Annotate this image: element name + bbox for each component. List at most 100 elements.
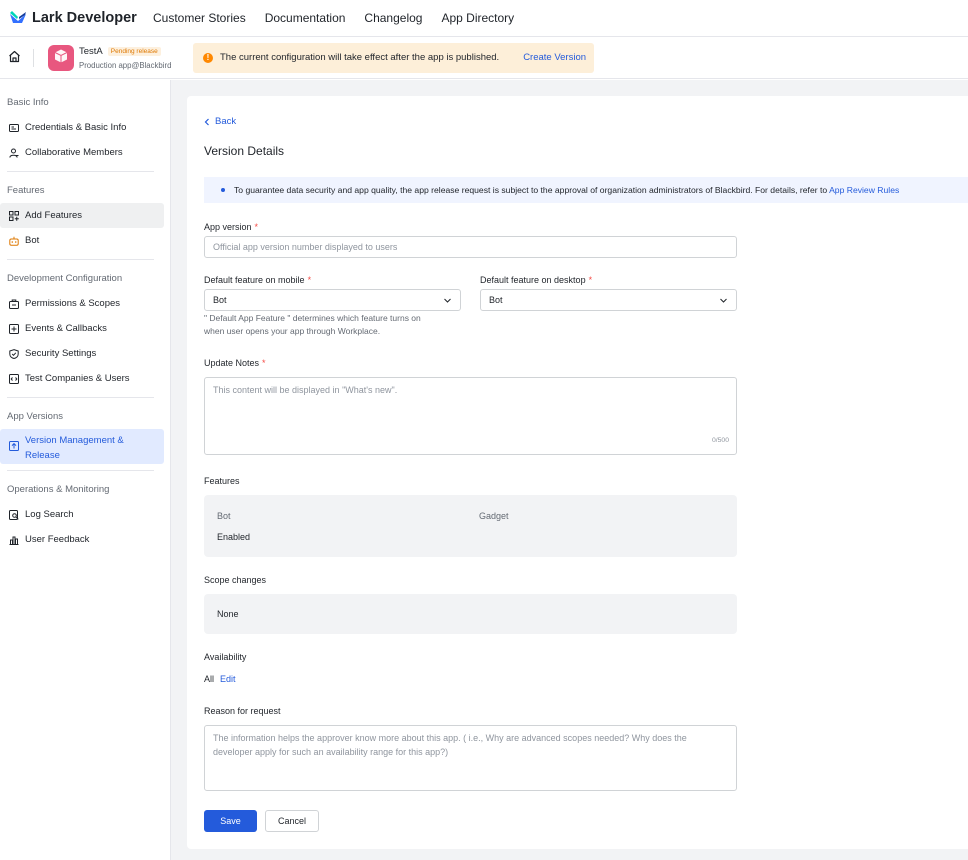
chevron-down-icon bbox=[719, 296, 728, 307]
brand-logo[interactable]: Lark Developer bbox=[9, 10, 153, 27]
mobile-feature-hint: " Default App Feature " determines which… bbox=[204, 313, 421, 336]
availability-label: Availability bbox=[204, 652, 247, 662]
upload-icon bbox=[9, 441, 19, 451]
app-subtitle: Production app@Blackbird bbox=[79, 60, 172, 70]
availability-row: All Edit bbox=[204, 674, 236, 684]
page-title: Version Details bbox=[204, 144, 285, 158]
sidebar-group-features: Features bbox=[7, 185, 45, 196]
test-icon bbox=[9, 373, 19, 384]
banner-text: To guarantee data security and app quali… bbox=[234, 185, 899, 195]
scope-changes-value: None bbox=[217, 609, 239, 619]
app-review-rules-link[interactable]: App Review Rules bbox=[829, 185, 899, 195]
warning-icon: ! bbox=[203, 52, 213, 63]
shield-icon bbox=[9, 348, 19, 359]
mobile-feature-label: Default feature on mobile * bbox=[204, 275, 312, 285]
app-header-bar: TestA Pending release Production app@Bla… bbox=[0, 37, 968, 79]
app-avatar[interactable] bbox=[48, 44, 74, 71]
reason-label: Reason for request bbox=[204, 706, 281, 716]
bullet-dot bbox=[221, 188, 225, 192]
sidebar-item-label: User Feedback bbox=[25, 534, 90, 545]
divider bbox=[7, 397, 154, 398]
sidebar-item-label: Test Companies & Users bbox=[25, 373, 130, 384]
back-link[interactable]: Back bbox=[204, 116, 236, 127]
events-icon bbox=[9, 323, 19, 334]
divider bbox=[7, 171, 154, 172]
sidebar-item-permissions[interactable]: Permissions & Scopes bbox=[0, 291, 164, 316]
reason-placeholder-line1: The information helps the approver know … bbox=[213, 733, 687, 743]
sidebar-group-operations: Operations & Monitoring bbox=[7, 484, 110, 495]
chevron-left-icon bbox=[204, 118, 210, 126]
divider bbox=[33, 48, 34, 67]
sidebar-item-security[interactable]: Security Settings bbox=[0, 341, 164, 366]
sidebar-item-add-features[interactable]: Add Features bbox=[0, 203, 164, 228]
members-icon bbox=[9, 148, 19, 158]
sidebar-item-label: Permissions & Scopes bbox=[25, 298, 121, 309]
sidebar-item-members[interactable]: Collaborative Members bbox=[0, 140, 164, 165]
divider bbox=[7, 470, 154, 471]
sidebar-item-log-search[interactable]: Log Search bbox=[0, 502, 164, 527]
banner-text-body: To guarantee data security and app quali… bbox=[234, 185, 830, 195]
app-version-input[interactable]: Official app version number displayed to… bbox=[204, 236, 737, 258]
sidebar-item-user-feedback[interactable]: User Feedback bbox=[0, 527, 164, 552]
sidebar-item-label: Collaborative Members bbox=[25, 147, 123, 158]
nav-documentation[interactable]: Documentation bbox=[265, 11, 346, 25]
feature-gadget-title: Gadget bbox=[479, 511, 509, 521]
reason-placeholder-line2: developer apply for such an availability… bbox=[213, 747, 449, 757]
sidebar-item-label: Add Features bbox=[25, 210, 83, 221]
id-card-icon bbox=[9, 123, 19, 133]
sidebar-item-credentials[interactable]: Credentials & Basic Info bbox=[0, 115, 164, 140]
home-button[interactable] bbox=[0, 37, 30, 79]
nav-app-directory[interactable]: App Directory bbox=[441, 11, 514, 25]
sidebar-group-dev-config: Development Configuration bbox=[7, 273, 123, 284]
sidebar-item-version-management[interactable]: Version Management & Release bbox=[0, 429, 164, 464]
availability-edit-link[interactable]: Edit bbox=[220, 674, 236, 684]
status-badge: Pending release bbox=[107, 46, 161, 56]
notice-text: The current configuration will take effe… bbox=[220, 52, 500, 63]
grid-add-icon bbox=[9, 210, 19, 221]
log-icon bbox=[9, 509, 19, 520]
sidebar-item-bot[interactable]: Bot bbox=[0, 228, 164, 253]
divider bbox=[7, 259, 154, 260]
reason-textarea[interactable]: The information helps the approver know … bbox=[204, 725, 737, 791]
sidebar-group-app-versions: App Versions bbox=[7, 411, 63, 422]
update-notes-textarea[interactable]: This content will be displayed in "What'… bbox=[204, 377, 737, 455]
sidebar-group-basic-info: Basic Info bbox=[7, 97, 49, 108]
cancel-button[interactable]: Cancel bbox=[265, 810, 319, 832]
scope-changes-panel bbox=[204, 594, 737, 634]
app-name: TestA bbox=[79, 45, 103, 57]
sidebar-item-events[interactable]: Events & Callbacks bbox=[0, 316, 164, 341]
feature-bot-status: Enabled bbox=[217, 532, 251, 542]
app-meta: TestA Pending release Production app@Bla… bbox=[79, 46, 183, 70]
nav-customer-stories[interactable]: Customer Stories bbox=[153, 11, 246, 25]
create-version-link[interactable]: Create Version bbox=[523, 52, 586, 63]
mobile-feature-value: Bot bbox=[213, 295, 227, 305]
sidebar-item-test-companies[interactable]: Test Companies & Users bbox=[0, 366, 164, 391]
save-button[interactable]: Save bbox=[204, 810, 257, 832]
features-label: Features bbox=[204, 476, 240, 486]
sidebar-item-label: Security Settings bbox=[25, 348, 97, 359]
availability-value: All bbox=[204, 674, 215, 684]
bot-icon bbox=[9, 236, 19, 246]
sidebar-item-label: Credentials & Basic Info bbox=[25, 122, 127, 133]
top-navigation: Lark Developer Customer Stories Document… bbox=[0, 0, 968, 37]
desktop-feature-select[interactable]: Bot bbox=[480, 289, 737, 311]
topnav-links: Customer Stories Documentation Changelog… bbox=[153, 11, 533, 25]
sidebar: Basic Info Credentials & Basic Info Coll… bbox=[0, 80, 171, 860]
nav-changelog[interactable]: Changelog bbox=[364, 11, 422, 25]
chevron-down-icon bbox=[443, 296, 452, 307]
feedback-icon bbox=[9, 535, 19, 545]
permission-icon bbox=[9, 299, 19, 309]
lark-logo-icon bbox=[9, 10, 27, 27]
desktop-feature-value: Bot bbox=[489, 295, 503, 305]
back-label: Back bbox=[215, 116, 237, 127]
desktop-feature-label: Default feature on desktop * bbox=[480, 275, 593, 285]
sidebar-item-label: Events & Callbacks bbox=[25, 323, 107, 334]
feature-bot-title: Bot bbox=[217, 511, 231, 521]
publish-notice: ! The current configuration will take ef… bbox=[193, 42, 594, 73]
sidebar-item-label: Version Management & Release bbox=[25, 435, 124, 461]
mobile-feature-select[interactable]: Bot bbox=[204, 289, 461, 311]
scope-changes-label: Scope changes bbox=[204, 575, 267, 585]
features-panel bbox=[204, 495, 737, 557]
char-counter: 0/500 bbox=[711, 437, 729, 444]
home-icon bbox=[8, 50, 21, 66]
